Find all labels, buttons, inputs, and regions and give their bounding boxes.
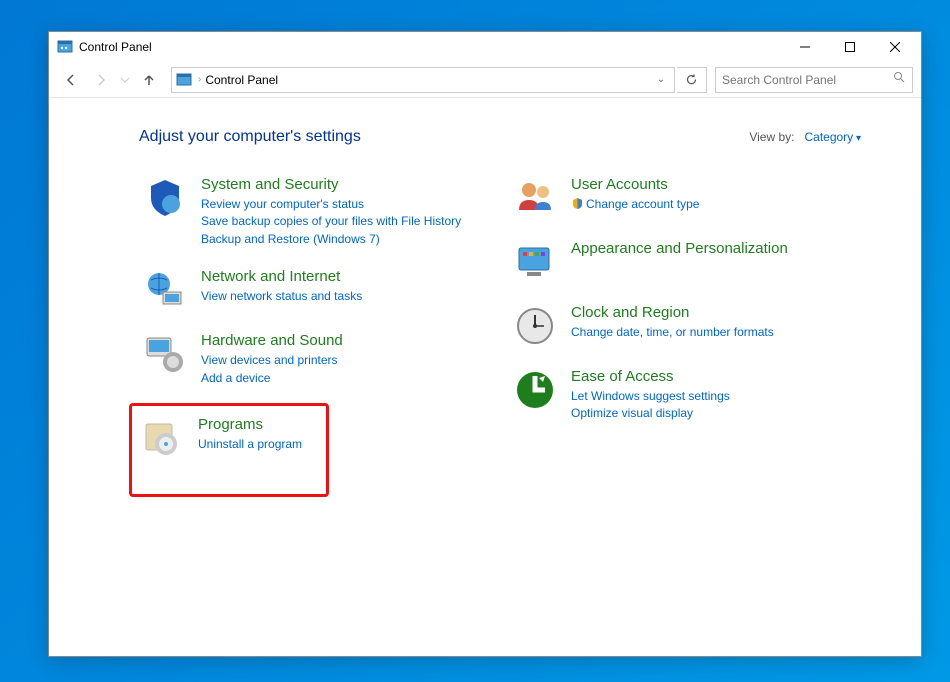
refresh-button[interactable]: [677, 67, 707, 93]
right-column: User Accounts Change account type Appear…: [509, 172, 859, 497]
clock-icon[interactable]: [513, 304, 557, 348]
viewby-dropdown[interactable]: Category: [804, 130, 861, 144]
navigation-bar: › Control Panel ⌄: [49, 62, 921, 98]
network-icon[interactable]: [143, 268, 187, 312]
breadcrumb[interactable]: Control Panel: [205, 73, 652, 87]
link-clock-0[interactable]: Change date, time, or number formats: [571, 324, 774, 341]
category-title-appearance[interactable]: Appearance and Personalization: [571, 240, 788, 257]
category-title-clock[interactable]: Clock and Region: [571, 304, 774, 321]
category-title-ease[interactable]: Ease of Access: [571, 368, 730, 385]
programs-icon[interactable]: [140, 416, 184, 460]
category-programs: Programs Uninstall a program: [136, 412, 322, 464]
category-title-network[interactable]: Network and Internet: [201, 268, 362, 285]
back-button[interactable]: [57, 66, 85, 94]
category-title-hardware[interactable]: Hardware and Sound: [201, 332, 343, 349]
category-appearance: Appearance and Personalization: [509, 236, 859, 288]
up-button[interactable]: [135, 66, 163, 94]
link-programs-0[interactable]: Uninstall a program: [198, 436, 302, 453]
link-user-0[interactable]: Change account type: [571, 196, 699, 213]
system-icon[interactable]: [143, 176, 187, 220]
appearance-icon[interactable]: [513, 240, 557, 284]
link-ease-0[interactable]: Let Windows suggest settings: [571, 388, 730, 405]
category-system: System and Security Review your computer…: [139, 172, 489, 252]
shield-icon: [571, 197, 584, 210]
user-icon[interactable]: [513, 176, 557, 220]
link-ease-1[interactable]: Optimize visual display: [571, 405, 730, 422]
link-system-2[interactable]: Backup and Restore (Windows 7): [201, 231, 461, 248]
close-button[interactable]: [872, 33, 917, 61]
category-title-user[interactable]: User Accounts: [571, 176, 699, 193]
category-title-system[interactable]: System and Security: [201, 176, 461, 193]
control-panel-icon: [176, 72, 192, 88]
category-network: Network and Internet View network status…: [139, 264, 489, 316]
ease-icon[interactable]: [513, 368, 557, 412]
category-user: User Accounts Change account type: [509, 172, 859, 224]
search-input[interactable]: [722, 73, 893, 87]
forward-button[interactable]: [87, 66, 115, 94]
link-system-1[interactable]: Save backup copies of your files with Fi…: [201, 213, 461, 230]
viewby-label: View by:: [749, 130, 794, 144]
minimize-button[interactable]: [782, 33, 827, 61]
search-box[interactable]: [715, 67, 913, 93]
category-clock: Clock and Region Change date, time, or n…: [509, 300, 859, 352]
link-hardware-1[interactable]: Add a device: [201, 370, 343, 387]
control-panel-window: Control Panel › Control Panel ⌄: [48, 31, 922, 657]
maximize-button[interactable]: [827, 33, 872, 61]
page-title: Adjust your computer's settings: [139, 128, 749, 146]
recent-dropdown[interactable]: [117, 66, 133, 94]
category-hardware: Hardware and Sound View devices and prin…: [139, 328, 489, 391]
left-column: System and Security Review your computer…: [139, 172, 489, 497]
link-hardware-0[interactable]: View devices and printers: [201, 352, 343, 369]
address-bar[interactable]: › Control Panel ⌄: [171, 67, 675, 93]
link-network-0[interactable]: View network status and tasks: [201, 288, 362, 305]
content-area: Adjust your computer's settings View by:…: [49, 98, 921, 656]
link-system-0[interactable]: Review your computer's status: [201, 196, 461, 213]
address-dropdown[interactable]: ⌄: [652, 74, 670, 85]
control-panel-icon: [57, 39, 73, 55]
category-ease: Ease of Access Let Windows suggest setti…: [509, 364, 859, 427]
hardware-icon[interactable]: [143, 332, 187, 376]
category-title-programs[interactable]: Programs: [198, 416, 302, 433]
window-title: Control Panel: [79, 40, 782, 54]
chevron-right-icon: ›: [198, 74, 201, 85]
titlebar: Control Panel: [49, 32, 921, 62]
search-icon: [893, 71, 906, 89]
